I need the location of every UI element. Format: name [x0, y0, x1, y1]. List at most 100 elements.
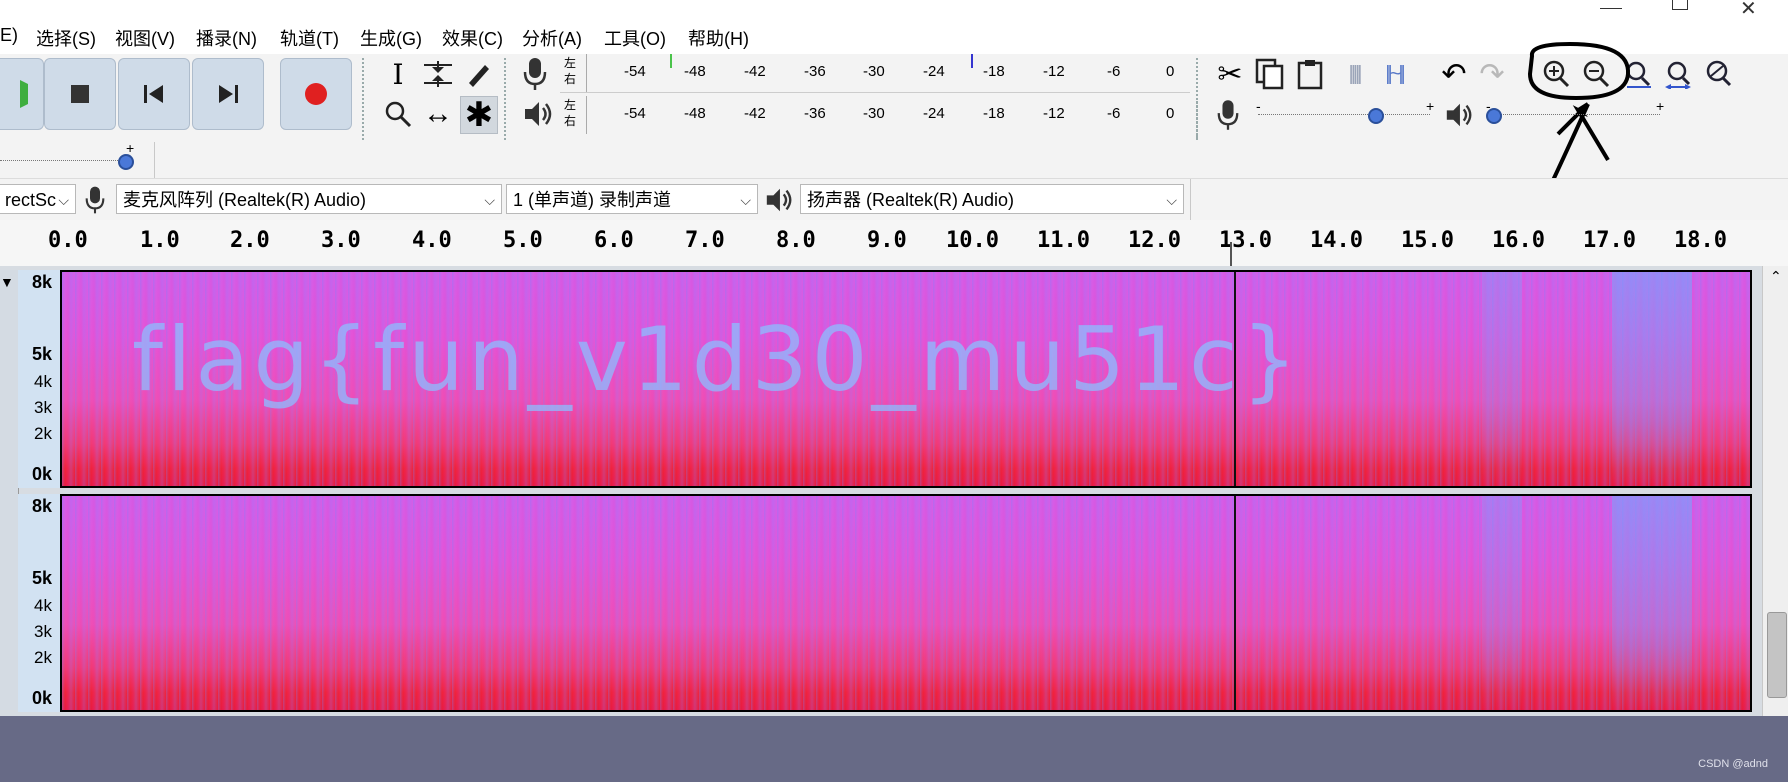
restore-icon[interactable]: [1672, 0, 1688, 10]
asterisk-icon: ✱: [464, 96, 494, 134]
slider-thumb[interactable]: [1486, 108, 1502, 124]
skip-to-end-button[interactable]: [192, 58, 264, 130]
stop-button[interactable]: [44, 58, 116, 130]
timeline-ruler[interactable]: 0.0 1.0 2.0 3.0 4.0 5.0 6.0 7.0 8.0 9.0 …: [0, 220, 1788, 268]
menu-transport[interactable]: 播录(N): [196, 25, 257, 51]
playback-device-select[interactable]: 扬声器 (Realtek(R) Audio) ⌵: [800, 184, 1184, 214]
meter-left-label: 左: [564, 98, 577, 112]
copy-button[interactable]: [1252, 56, 1288, 92]
menu-analyze[interactable]: 分析(A): [522, 25, 582, 51]
toolbar-grip-4[interactable]: [1196, 98, 1203, 138]
spectrogram-track[interactable]: flag{fun_v1d30_mu51c}: [60, 270, 1752, 488]
menu-select[interactable]: 选择(S): [36, 25, 96, 51]
multi-tool[interactable]: ✱: [460, 96, 498, 134]
spectrogram-highlight: [1482, 496, 1522, 710]
spectrogram-track[interactable]: [60, 494, 1752, 712]
ruler-label: 13.0: [1219, 228, 1272, 253]
scroll-thumb[interactable]: [1767, 612, 1787, 698]
menu-tracks[interactable]: 轨道(T): [280, 25, 339, 51]
cut-button[interactable]: ✂: [1212, 56, 1248, 92]
toolbar-grip[interactable]: [362, 58, 369, 140]
meter-tick: -48: [684, 105, 706, 122]
draw-tool[interactable]: [460, 56, 496, 92]
scale-label: 3k: [34, 398, 52, 417]
meter-left-label: 左: [564, 56, 577, 70]
fit-project-button[interactable]: [1660, 56, 1696, 92]
ruler-label: 18.0: [1674, 228, 1727, 253]
record-button[interactable]: [280, 58, 352, 130]
speaker-icon: [766, 188, 792, 212]
audio-host-select[interactable]: rectSc ⌵: [0, 184, 76, 214]
paste-button[interactable]: [1292, 56, 1328, 92]
record-rms-marker: [971, 54, 973, 68]
playback-volume-slider[interactable]: - +: [1484, 98, 1664, 130]
ruler-label: 7.0: [685, 228, 725, 253]
play-at-speed-slider[interactable]: +: [0, 140, 154, 176]
scale-label: 3k: [34, 622, 52, 641]
playback-meter-button[interactable]: [522, 98, 554, 135]
spectrogram-highlight: [1612, 496, 1692, 710]
record-meter-button[interactable]: [522, 56, 548, 97]
playback-meter[interactable]: 左 右 -54 -48 -42 -36 -30 -24 -18 -12 -6 0: [560, 96, 1190, 134]
envelope-icon: [424, 61, 452, 87]
slider-plus: +: [1426, 98, 1435, 114]
scissors-icon: ✂: [1217, 57, 1243, 91]
silence-icon: ||~||: [1385, 62, 1406, 85]
scroll-up-icon[interactable]: ⌃: [1770, 268, 1782, 285]
ruler-label: 1.0: [140, 228, 180, 253]
edit-cursor: [1234, 272, 1236, 486]
spectrogram-highlight: [1482, 272, 1522, 486]
trim-audio-button[interactable]: |||||: [1336, 56, 1372, 92]
menu-effect[interactable]: 效果(C): [442, 25, 503, 51]
scale-label: 2k: [34, 648, 52, 667]
empty-track-area[interactable]: CSDN @adnd: [0, 716, 1788, 782]
track-panel: ▼ 8k 5k 4k 3k 2k 0k flag{fun_v1d30_mu51c…: [0, 266, 1762, 716]
zoom-toggle-button[interactable]: [1700, 56, 1736, 92]
track-control-panel[interactable]: ▼: [0, 270, 19, 710]
recording-volume-slider[interactable]: - +: [1254, 98, 1435, 130]
vertical-scrollbar[interactable]: ⌃: [1762, 266, 1788, 716]
frequency-scale[interactable]: 8k 5k 4k 3k 2k 0k: [18, 494, 61, 712]
time-shift-tool[interactable]: ↔: [420, 96, 456, 132]
scale-label: 8k: [31, 272, 52, 292]
ruler-label: 14.0: [1310, 228, 1363, 253]
zoom-tool[interactable]: [380, 96, 416, 132]
frequency-scale[interactable]: 8k 5k 4k 3k 2k 0k: [18, 270, 61, 488]
edit-cursor: [1234, 496, 1236, 710]
recording-channels-select[interactable]: 1 (单声道) 录制声道 ⌵: [506, 184, 758, 214]
play-button[interactable]: [0, 58, 44, 130]
menu-tools[interactable]: 工具(O): [604, 25, 666, 51]
meter-tick: -42: [744, 63, 766, 80]
selection-tool[interactable]: I: [380, 56, 416, 92]
menu-generate[interactable]: 生成(G): [360, 25, 422, 51]
spectrogram-highlight: [1612, 272, 1692, 486]
menu-help[interactable]: 帮助(H): [688, 25, 749, 51]
menu-edit[interactable]: E): [0, 25, 18, 46]
recording-device-select[interactable]: 麦克风阵列 (Realtek(R) Audio) ⌵: [116, 184, 502, 214]
meter-tick: -30: [863, 63, 885, 80]
ruler-label: 11.0: [1037, 228, 1090, 253]
playback-device-value: 扬声器 (Realtek(R) Audio): [807, 190, 1015, 210]
track-menu-arrow-icon[interactable]: ▼: [0, 274, 14, 290]
close-icon[interactable]: ✕: [1740, 0, 1757, 21]
microphone-icon: [1217, 100, 1239, 130]
menu-view[interactable]: 视图(V): [115, 25, 175, 51]
undo-button[interactable]: ↶: [1436, 56, 1472, 92]
ruler-label: 5.0: [503, 228, 543, 253]
record-icon: [305, 83, 327, 105]
silence-audio-button[interactable]: ||~||: [1376, 56, 1412, 92]
meter-tick: -54: [624, 63, 646, 80]
skip-to-start-button[interactable]: [118, 58, 190, 130]
minimize-icon[interactable]: [1600, 0, 1622, 9]
slider-thumb[interactable]: [118, 154, 134, 170]
zoom-fit-icon: [1665, 61, 1691, 89]
trim-icon: |||||: [1348, 62, 1363, 85]
record-meter[interactable]: 左 右 -54 -48 -42 -36 -30 -24 -18 -12 -6 0: [560, 54, 1190, 93]
ruler-label: 15.0: [1401, 228, 1454, 253]
slider-thumb[interactable]: [1368, 108, 1384, 124]
ruler-label: 0.0: [48, 228, 88, 253]
envelope-tool[interactable]: [420, 56, 456, 92]
toolbar-grip-2[interactable]: [504, 58, 511, 140]
playhead-marker[interactable]: [1230, 242, 1232, 266]
double-arrow-icon: ↔: [423, 97, 453, 130]
